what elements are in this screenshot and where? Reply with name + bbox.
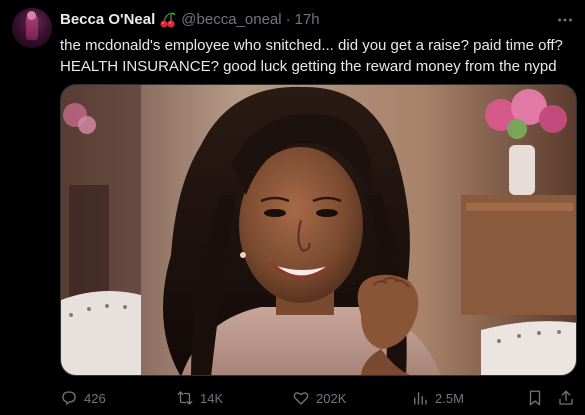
tweet-card[interactable]: Becca O'Neal @becca_oneal · 17h the mcdo… xyxy=(0,0,585,415)
reply-icon xyxy=(62,391,76,405)
share-button[interactable] xyxy=(557,386,581,410)
avatar-head xyxy=(27,11,36,20)
tweet-text-line-2: HEALTH INSURANCE? good luck getting the … xyxy=(60,58,557,75)
smiling-woman-photo xyxy=(61,85,576,375)
like-count: 202K xyxy=(316,390,347,406)
author-handle[interactable]: @becca_oneal xyxy=(181,10,281,30)
more-options-icon[interactable] xyxy=(555,10,575,30)
author-name[interactable]: Becca O'Neal xyxy=(60,10,155,30)
retweet-button[interactable]: 14K xyxy=(176,386,223,410)
timestamp[interactable]: 17h xyxy=(295,10,320,30)
action-bar: 426 14K 202K 2.5M xyxy=(60,386,577,410)
retweet-count: 14K xyxy=(200,390,224,406)
bookmark-button[interactable] xyxy=(526,386,550,410)
tweet-text-line-1: the mcdonald's employee who snitched... … xyxy=(60,37,563,54)
bookmark-icon xyxy=(529,390,541,406)
retweet-icon xyxy=(177,391,193,405)
avatar[interactable] xyxy=(12,8,52,48)
reply-count: 426 xyxy=(84,390,106,406)
share-icon xyxy=(559,390,573,405)
views-count: 2.5M xyxy=(435,390,464,406)
tweet-media-photo[interactable] xyxy=(60,84,577,376)
like-button[interactable]: 202K xyxy=(292,386,346,410)
cherries-icon xyxy=(159,11,177,29)
views-button[interactable]: 2.5M xyxy=(411,386,464,410)
tweet-header: Becca O'Neal @becca_oneal · 17h xyxy=(60,10,320,30)
tweet-text: the mcdonald's employee who snitched... … xyxy=(60,35,575,77)
heart-icon xyxy=(293,392,309,405)
separator-dot: · xyxy=(285,11,291,28)
views-chart-icon xyxy=(414,392,427,405)
reply-button[interactable]: 426 xyxy=(60,386,106,410)
